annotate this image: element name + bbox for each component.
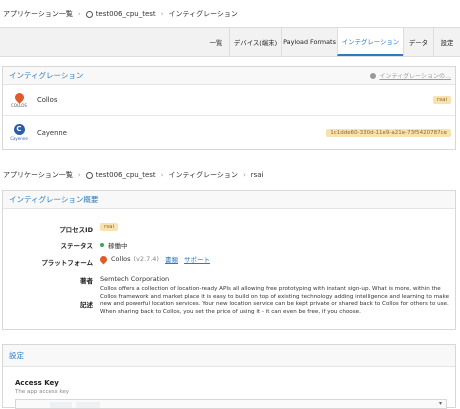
access-key-select[interactable]: ▾ xyxy=(15,399,447,409)
support-link[interactable]: サポート xyxy=(184,254,210,264)
breadcrumb-top: アプリケーション一覧 › test006_cpu_test › インティグレーシ… xyxy=(3,9,238,19)
docs-link[interactable]: 書類 xyxy=(165,254,178,264)
chevron-right-icon: › xyxy=(242,171,246,179)
info-icon xyxy=(370,72,377,79)
settings-panel: 設定 Access Key The app access key ▾ xyxy=(2,344,456,409)
cayenne-logo: C Cayenne xyxy=(10,124,28,141)
chevron-right-icon: › xyxy=(77,10,81,18)
description-text: Collos offers a collection of location-r… xyxy=(100,286,450,315)
collos-logo xyxy=(98,254,109,264)
integration-row-cayenne[interactable]: C Cayenne Cayenne 1c1dde60-330d-11e9-a21… xyxy=(3,116,455,149)
tab-bar: 一覧 デバイス(端末) Payload Formats インテグレーション デー… xyxy=(0,27,460,57)
platform-label: プラットフォーム xyxy=(41,259,93,267)
key-chip xyxy=(50,402,72,408)
chevron-right-icon: › xyxy=(77,171,81,179)
tab-integrations[interactable]: インテグレーション xyxy=(337,28,403,56)
process-id-badge: rsai xyxy=(432,96,451,104)
breadcrumb-item-apps[interactable]: アプリケーション一覧 xyxy=(3,170,73,180)
tab-payload-formats[interactable]: Payload Formats xyxy=(281,28,337,56)
breadcrumb-item-integration: インティグレーション xyxy=(168,10,238,18)
process-id-value: rsai xyxy=(100,223,119,231)
settings-title: 設定 xyxy=(3,345,455,367)
access-key-hint: The app access key xyxy=(15,389,69,395)
chevron-right-icon: › xyxy=(160,10,164,18)
app-icon xyxy=(85,10,93,18)
breadcrumb-item-app[interactable]: test006_cpu_test xyxy=(96,171,156,179)
overview-panel: インティグレーション概要 プロセスID rsai ステータス 稼働中 プラットフ… xyxy=(2,190,456,330)
integration-name: Cayenne xyxy=(37,128,67,137)
access-key-label: Access Key xyxy=(15,379,59,387)
process-id-label: プロセスID xyxy=(59,226,93,234)
panel-title: インティグレーション xyxy=(9,71,84,80)
author-value: Semtech Corporation xyxy=(100,275,170,283)
tab-overview[interactable]: 一覧 xyxy=(203,28,229,56)
breadcrumb-item-integration[interactable]: インティグレーション xyxy=(168,170,237,180)
status-dot-icon xyxy=(100,243,104,247)
description-label: 記述 xyxy=(80,301,93,309)
collos-logo: COLLOS xyxy=(7,90,31,108)
app-icon xyxy=(85,171,93,179)
integration-list-panel: インティグレーション インティグレーションの… COLLOS Collos rs… xyxy=(2,66,456,150)
key-chip xyxy=(76,402,100,408)
breadcrumb-item-app[interactable]: test006_cpu_test xyxy=(96,10,156,18)
process-id-badge: 1c1dde60-330d-11e9-a21e-73f5420787ce xyxy=(326,128,451,137)
integration-name: Collos xyxy=(37,96,58,104)
status-label: ステータス xyxy=(60,242,94,250)
status-value: 稼働中 xyxy=(100,240,128,250)
integration-row-collos[interactable]: COLLOS Collos rsai xyxy=(3,85,455,116)
panel-title: インティグレーション概要 xyxy=(3,191,455,209)
breadcrumb-item-apps[interactable]: アプリケーション一覧 xyxy=(3,9,73,19)
chevron-right-icon: › xyxy=(160,171,164,179)
platform-value: Collos (v2.7.4) 書類 サポート xyxy=(98,254,210,264)
tab-devices[interactable]: デバイス(端末) xyxy=(229,28,281,56)
breadcrumb-item-current: rsai xyxy=(250,171,264,179)
docs-link[interactable]: インティグレーションの… xyxy=(370,71,451,80)
tab-data[interactable]: データ xyxy=(403,28,433,56)
breadcrumb-detail: アプリケーション一覧 › test006_cpu_test › インティグレーシ… xyxy=(3,170,264,180)
tab-settings[interactable]: 設定 xyxy=(433,28,460,56)
author-label: 著者 xyxy=(80,277,93,285)
